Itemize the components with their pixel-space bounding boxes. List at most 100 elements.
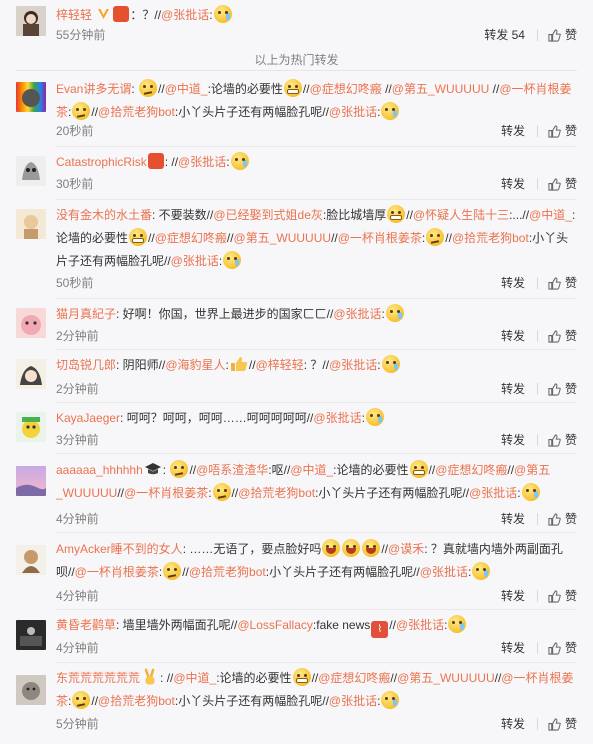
mention-link[interactable]: @一杯肖根姜茶 xyxy=(75,565,159,579)
like-button[interactable]: 赞 xyxy=(548,509,577,529)
like-button[interactable]: 赞 xyxy=(548,586,577,606)
username[interactable]: 黄昏老鹳草 xyxy=(56,618,116,632)
mention-link[interactable]: @症想幻咚瘢 xyxy=(435,463,507,477)
repost-button[interactable]: 转发 xyxy=(501,638,525,658)
mention-link[interactable]: @谟禾 xyxy=(388,542,424,556)
like-button[interactable]: 赞 xyxy=(548,326,577,346)
repost-button[interactable]: 转发 xyxy=(501,714,525,734)
like-button[interactable]: 赞 xyxy=(548,174,577,194)
emoji-face-icon xyxy=(448,615,467,633)
repost-text: // xyxy=(117,486,125,500)
like-button[interactable]: 赞 xyxy=(548,638,577,658)
mention-link[interactable]: @张批话 xyxy=(329,358,377,372)
mention-link[interactable]: @一杯肖根姜茶 xyxy=(124,486,208,500)
repost-button[interactable]: 转发 xyxy=(501,326,525,346)
mention-link[interactable]: @张批话 xyxy=(329,694,377,708)
avatar[interactable] xyxy=(16,308,46,338)
username[interactable]: 切岛锐几郎 xyxy=(56,358,116,372)
repost-item: 猫月真紀子: 好啊！你国，世界上最进步的国家ㄈㄈ//@张批话: 2分钟前 转发 … xyxy=(0,299,593,347)
like-button[interactable]: 赞 xyxy=(548,379,577,399)
avatar[interactable] xyxy=(16,675,46,705)
repost-button[interactable]: 转发 xyxy=(501,379,525,399)
mention-link[interactable]: @一杯肖根姜茶 xyxy=(338,231,422,245)
username[interactable]: 猫月真紀子 xyxy=(56,307,116,321)
like-button[interactable]: 赞 xyxy=(548,430,577,450)
mention-link[interactable]: @LossFallacy xyxy=(237,618,313,632)
mention-link[interactable]: @张批话 xyxy=(420,565,468,579)
repost-content: Evan讲多无谓: //@中道_:论墙的必要性//@症想幻咚瘢 //@第五_WU… xyxy=(56,78,577,124)
repost-button[interactable]: 转发 xyxy=(501,121,525,141)
repost-button[interactable]: 转发 xyxy=(501,586,525,606)
mention-link[interactable]: @拾荒老狗bot xyxy=(98,694,175,708)
thumbs-up-icon xyxy=(548,433,561,447)
avatar[interactable] xyxy=(16,412,46,442)
mention-link[interactable]: @张批话 xyxy=(333,307,381,321)
username[interactable]: Evan讲多无谓 xyxy=(56,82,131,96)
mention-link[interactable]: @怀疑人生陆十三 xyxy=(413,208,509,222)
like-button[interactable]: 赞 xyxy=(548,273,577,293)
mention-link[interactable]: @拾荒老狗bot xyxy=(238,486,315,500)
username[interactable]: 没有金木的水土番 xyxy=(56,208,152,222)
username[interactable]: aaaaaa_hhhhhh xyxy=(56,463,143,477)
username[interactable]: 东荒荒荒荒荒荒 xyxy=(56,671,140,685)
mention-link[interactable]: @中道_ xyxy=(173,671,216,685)
mention-link[interactable]: @第五_WUUUUU xyxy=(234,231,332,245)
mention-link[interactable]: @张批话 xyxy=(161,8,209,22)
like-button[interactable]: 赞 xyxy=(548,25,577,45)
username[interactable]: AmyAcker睡不到的女人 xyxy=(56,542,183,556)
mention-link[interactable]: @中道_ xyxy=(529,208,572,222)
repost-button[interactable]: 转发 xyxy=(501,174,525,194)
mention-link[interactable]: @张批话 xyxy=(178,155,226,169)
username[interactable]: CatastrophicRisk xyxy=(56,155,147,169)
mention-link[interactable]: @唔系渣渣华 xyxy=(196,463,268,477)
mention-link[interactable]: @拾荒老狗bot xyxy=(98,105,175,119)
emoji-face-icon xyxy=(426,228,445,246)
mention-link[interactable]: @症想幻咚瘢 xyxy=(155,231,227,245)
avatar[interactable] xyxy=(16,82,46,112)
divider xyxy=(536,590,538,602)
repost-button[interactable]: 转发 xyxy=(501,509,525,529)
divider xyxy=(536,330,538,342)
repost-text: : 阴阳师// xyxy=(116,358,166,372)
thumbs-up-icon xyxy=(548,28,561,42)
avatar[interactable] xyxy=(16,545,46,575)
divider xyxy=(536,718,538,730)
mention-link[interactable]: @张批话 xyxy=(329,105,377,119)
repost-button[interactable]: 转发 xyxy=(501,273,525,293)
repost-text: : xyxy=(377,358,381,372)
mention-link[interactable]: @第五_WUUUUU xyxy=(397,671,495,685)
mention-link[interactable]: @张批话 xyxy=(469,486,517,500)
repost-actions: 转发 赞 xyxy=(501,379,577,399)
mention-link[interactable]: @张批话 xyxy=(171,254,219,268)
mention-link[interactable]: @张批话 xyxy=(313,411,361,425)
mention-link[interactable]: @梓轻轻 xyxy=(256,358,304,372)
mention-link[interactable]: @已经娶到式姐de灰 xyxy=(213,208,323,222)
mention-link[interactable]: @症想幻咚瘢 xyxy=(318,671,390,685)
avatar[interactable] xyxy=(16,156,46,186)
like-button[interactable]: 赞 xyxy=(548,121,577,141)
mention-link[interactable]: @拾荒老狗bot xyxy=(452,231,529,245)
repost-actions: 转发 赞 xyxy=(501,586,577,606)
repost-text: : xyxy=(68,694,72,708)
repost-text: // xyxy=(302,82,310,96)
mention-link[interactable]: @拾荒老狗bot xyxy=(189,565,266,579)
repost-text: : xyxy=(517,486,521,500)
repost-meta: 5分钟前 转发 赞 xyxy=(56,714,577,734)
mention-link[interactable]: @中道_ xyxy=(290,463,333,477)
avatar[interactable] xyxy=(16,209,46,239)
mention-link[interactable]: @张批话 xyxy=(396,618,444,632)
repost-button[interactable]: 转发 54 xyxy=(484,25,525,45)
avatar[interactable] xyxy=(16,359,46,389)
avatar[interactable] xyxy=(16,466,46,496)
username[interactable]: KayaJaeger xyxy=(56,411,120,425)
like-button[interactable]: 赞 xyxy=(548,714,577,734)
mention-link[interactable]: @中道_ xyxy=(165,82,208,96)
repost-button[interactable]: 转发 xyxy=(501,430,525,450)
avatar[interactable] xyxy=(16,6,46,36)
mention-link[interactable]: @第五_WUUUUU xyxy=(392,82,490,96)
thumbs-up-icon xyxy=(548,124,561,138)
username[interactable]: 梓轻轻 xyxy=(56,8,92,22)
avatar[interactable] xyxy=(16,620,46,650)
mention-link[interactable]: @海豹星人 xyxy=(165,358,225,372)
mention-link[interactable]: @症想幻咚瘢 xyxy=(310,82,382,96)
